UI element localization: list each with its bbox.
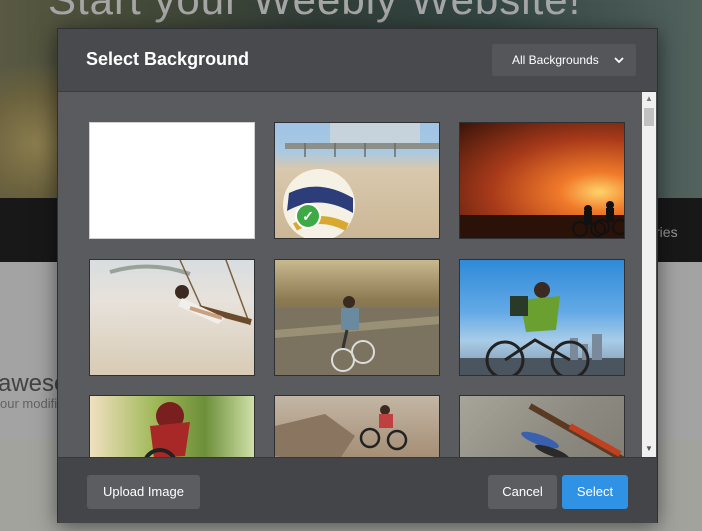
thumbnail-mountain-biker-trees[interactable] (89, 395, 255, 457)
dialog-header: Select Background All Backgrounds (58, 29, 657, 92)
thumbnail-beach-swing[interactable] (89, 259, 255, 376)
background-filter-dropdown[interactable]: All Backgrounds (492, 44, 636, 76)
thumbnail-sky-cyclist[interactable] (459, 259, 625, 376)
thumbnail-blank-white[interactable] (89, 122, 255, 239)
thumbnail-fishing-gear[interactable] (459, 395, 625, 457)
scroll-up-arrow-icon[interactable]: ▲ (642, 94, 656, 104)
dialog-footer: Upload Image Cancel Select (58, 457, 657, 523)
thumbnail-sunset-cyclists[interactable] (459, 122, 625, 239)
thumbnail-rocky-biker[interactable] (274, 395, 440, 457)
select-button[interactable]: Select (562, 475, 628, 509)
select-background-dialog: Select Background All Backgrounds ✓ ▲ ▼ … (57, 28, 658, 523)
thumbnail-grid: ✓ (58, 92, 642, 457)
scroll-down-arrow-icon[interactable]: ▼ (642, 444, 656, 454)
chevron-down-icon (614, 44, 624, 76)
cancel-button[interactable]: Cancel (488, 475, 557, 509)
dialog-title: Select Background (86, 49, 250, 69)
upload-image-button[interactable]: Upload Image (87, 475, 200, 509)
scrollbar-thumb[interactable] (644, 108, 654, 126)
thumbnail-road-cyclist[interactable] (274, 259, 440, 376)
filter-selected-value: All Backgrounds (512, 53, 599, 67)
thumbnail-scrollbar[interactable]: ▲ ▼ (642, 92, 656, 457)
selected-check-icon: ✓ (295, 203, 321, 229)
